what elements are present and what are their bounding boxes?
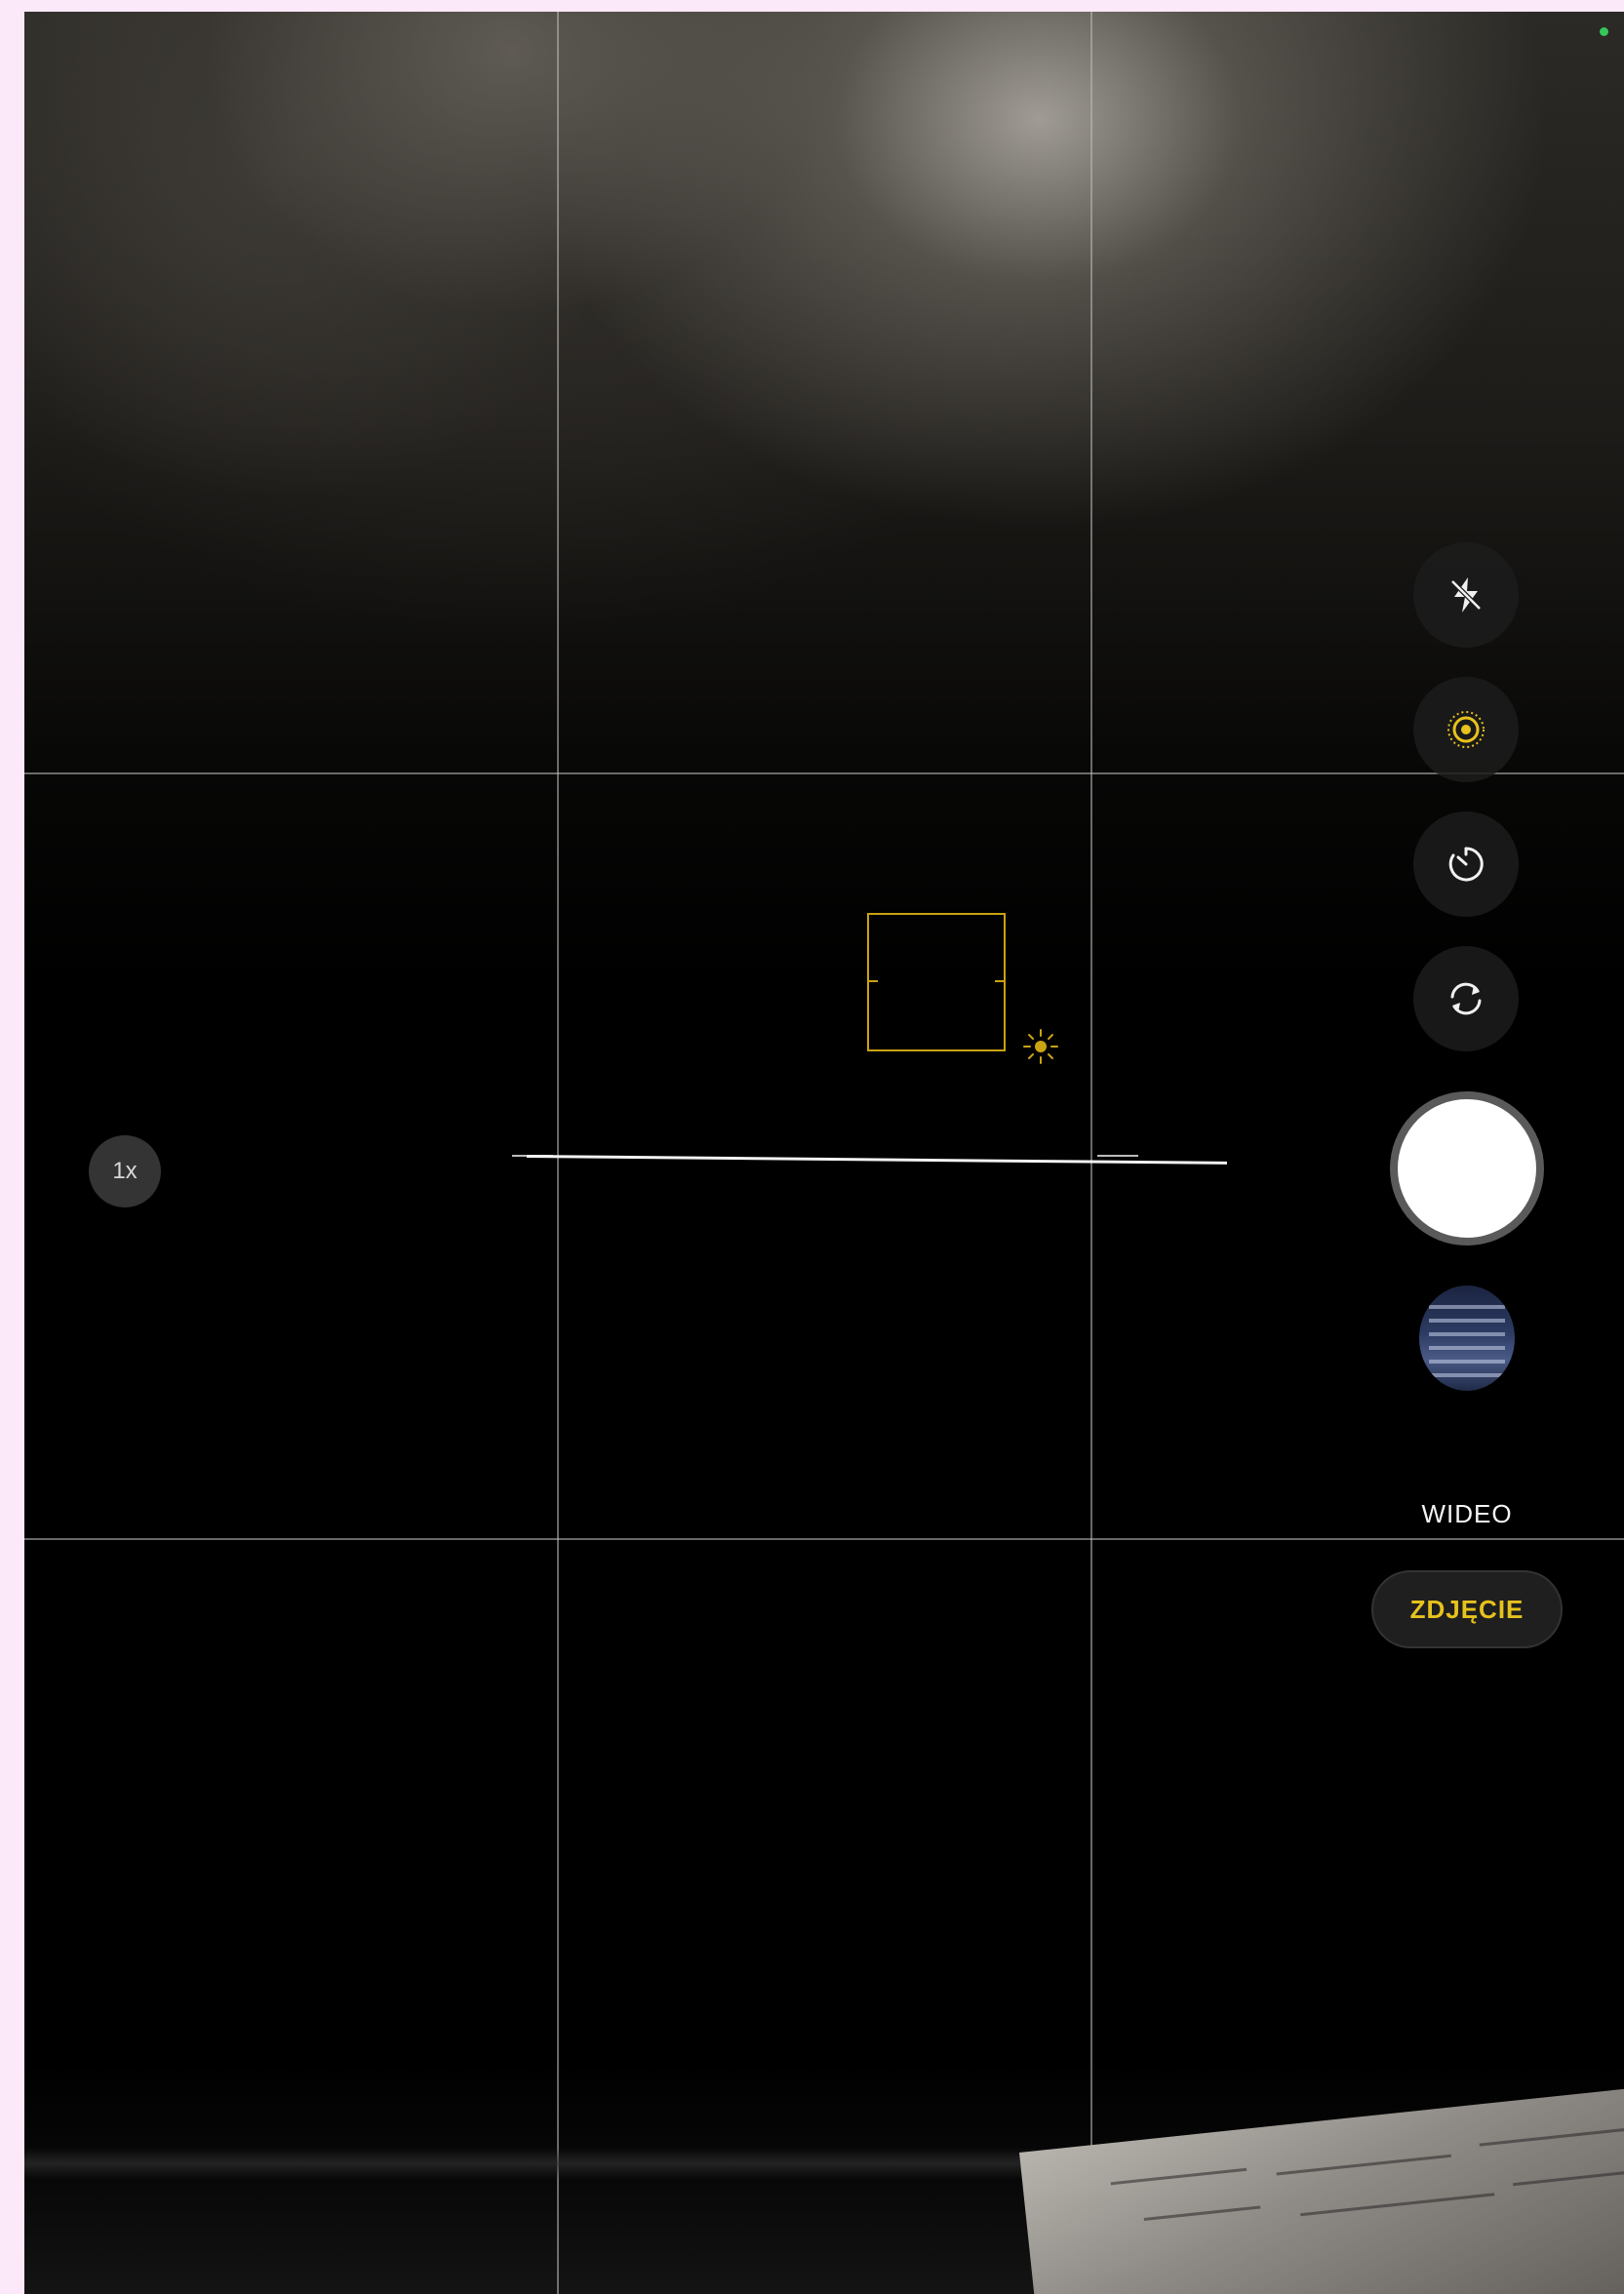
switch-camera-button[interactable] <box>1413 946 1519 1051</box>
focus-box[interactable] <box>867 913 1006 1051</box>
timer-icon <box>1445 843 1487 886</box>
gallery-thumbnail[interactable] <box>1419 1285 1515 1391</box>
shutter-button[interactable] <box>1390 1091 1544 1246</box>
live-photo-icon <box>1445 708 1487 751</box>
sun-icon[interactable] <box>1022 1028 1059 1065</box>
zoom-button[interactable]: 1x <box>89 1135 161 1207</box>
grid-line-horizontal-2 <box>24 1538 1624 1540</box>
level-ref-right <box>1097 1155 1138 1157</box>
flash-off-icon <box>1445 574 1487 616</box>
timer-button[interactable] <box>1413 811 1519 917</box>
mode-video[interactable]: WIDEO <box>1372 1499 1562 1529</box>
scene-paper <box>1019 2078 1624 2294</box>
grid-line-vertical-1 <box>557 12 559 2294</box>
live-photo-button[interactable] <box>1413 677 1519 782</box>
flash-button[interactable] <box>1413 542 1519 648</box>
camera-in-use-dot <box>1600 27 1608 36</box>
focus-tick-left <box>868 980 878 982</box>
camera-viewfinder[interactable]: 1x WIDEO ZDJĘCIE <box>24 12 1624 2294</box>
grid-line-horizontal-1 <box>24 772 1624 774</box>
grid-line-vertical-2 <box>1090 12 1092 2294</box>
focus-tick-right <box>995 980 1005 982</box>
switch-camera-icon <box>1445 977 1487 1020</box>
mode-photo[interactable]: ZDJĘCIE <box>1371 1570 1563 1648</box>
